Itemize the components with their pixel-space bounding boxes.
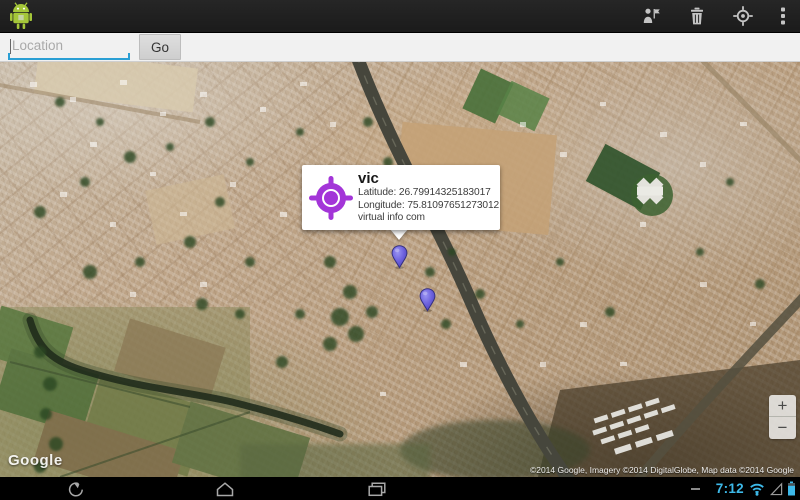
info-window-snippet: virtual info com (358, 212, 496, 225)
navigation-bar: 7:12 (0, 477, 800, 500)
clock: 7:12 (716, 481, 744, 496)
terrain-tint (0, 62, 800, 477)
notification-dash-icon (691, 488, 700, 490)
search-bar: Go (0, 33, 800, 62)
home-button[interactable] (195, 477, 255, 500)
purple-target-icon (309, 176, 353, 220)
overflow-menu-button[interactable] (766, 0, 800, 33)
info-window-tail (390, 229, 408, 240)
target-icon (733, 6, 753, 26)
text-cursor (10, 39, 11, 54)
signal-icon (770, 482, 783, 496)
map-marker-1[interactable] (391, 245, 408, 269)
back-icon (64, 481, 86, 497)
zoom-controls: + − (769, 395, 796, 439)
home-icon (214, 481, 236, 497)
trash-icon (688, 6, 706, 26)
my-location-button[interactable] (720, 0, 766, 33)
action-bar (0, 0, 800, 33)
android-robot-icon (8, 2, 34, 30)
go-button[interactable]: Go (139, 34, 181, 60)
app-screen: Go (0, 0, 800, 500)
status-cluster[interactable]: 7:12 (691, 477, 796, 500)
delete-button[interactable] (674, 0, 720, 33)
add-marker-button[interactable] (628, 0, 674, 33)
info-window-longitude: Longitude: 75.81097651273012 (358, 200, 496, 213)
overflow-dots-icon (780, 6, 786, 26)
info-window-text: vic Latitude: 26.79914325183017 Longitud… (358, 170, 500, 225)
recents-button[interactable] (347, 477, 407, 500)
battery-icon (787, 481, 796, 496)
google-logo: Google (8, 452, 63, 469)
street-grid-left (0, 62, 352, 303)
back-button[interactable] (45, 477, 105, 500)
info-window-title: vic (358, 170, 496, 187)
map-view[interactable]: vic Latitude: 26.79914325183017 Longitud… (0, 62, 800, 477)
satellite-features (0, 62, 800, 477)
map-attribution: ©2014 Google, Imagery ©2014 DigitalGlobe… (530, 465, 794, 475)
info-window[interactable]: vic Latitude: 26.79914325183017 Longitud… (302, 165, 500, 230)
recents-icon (366, 481, 388, 497)
location-field-wrap (8, 34, 130, 60)
location-input[interactable] (8, 34, 130, 60)
map-marker-2[interactable] (419, 288, 436, 312)
info-window-latitude: Latitude: 26.79914325183017 (358, 187, 496, 200)
wifi-icon (748, 481, 766, 496)
person-flag-icon (641, 6, 661, 26)
zoom-out-button[interactable]: − (769, 417, 796, 439)
zoom-in-button[interactable]: + (769, 395, 796, 417)
